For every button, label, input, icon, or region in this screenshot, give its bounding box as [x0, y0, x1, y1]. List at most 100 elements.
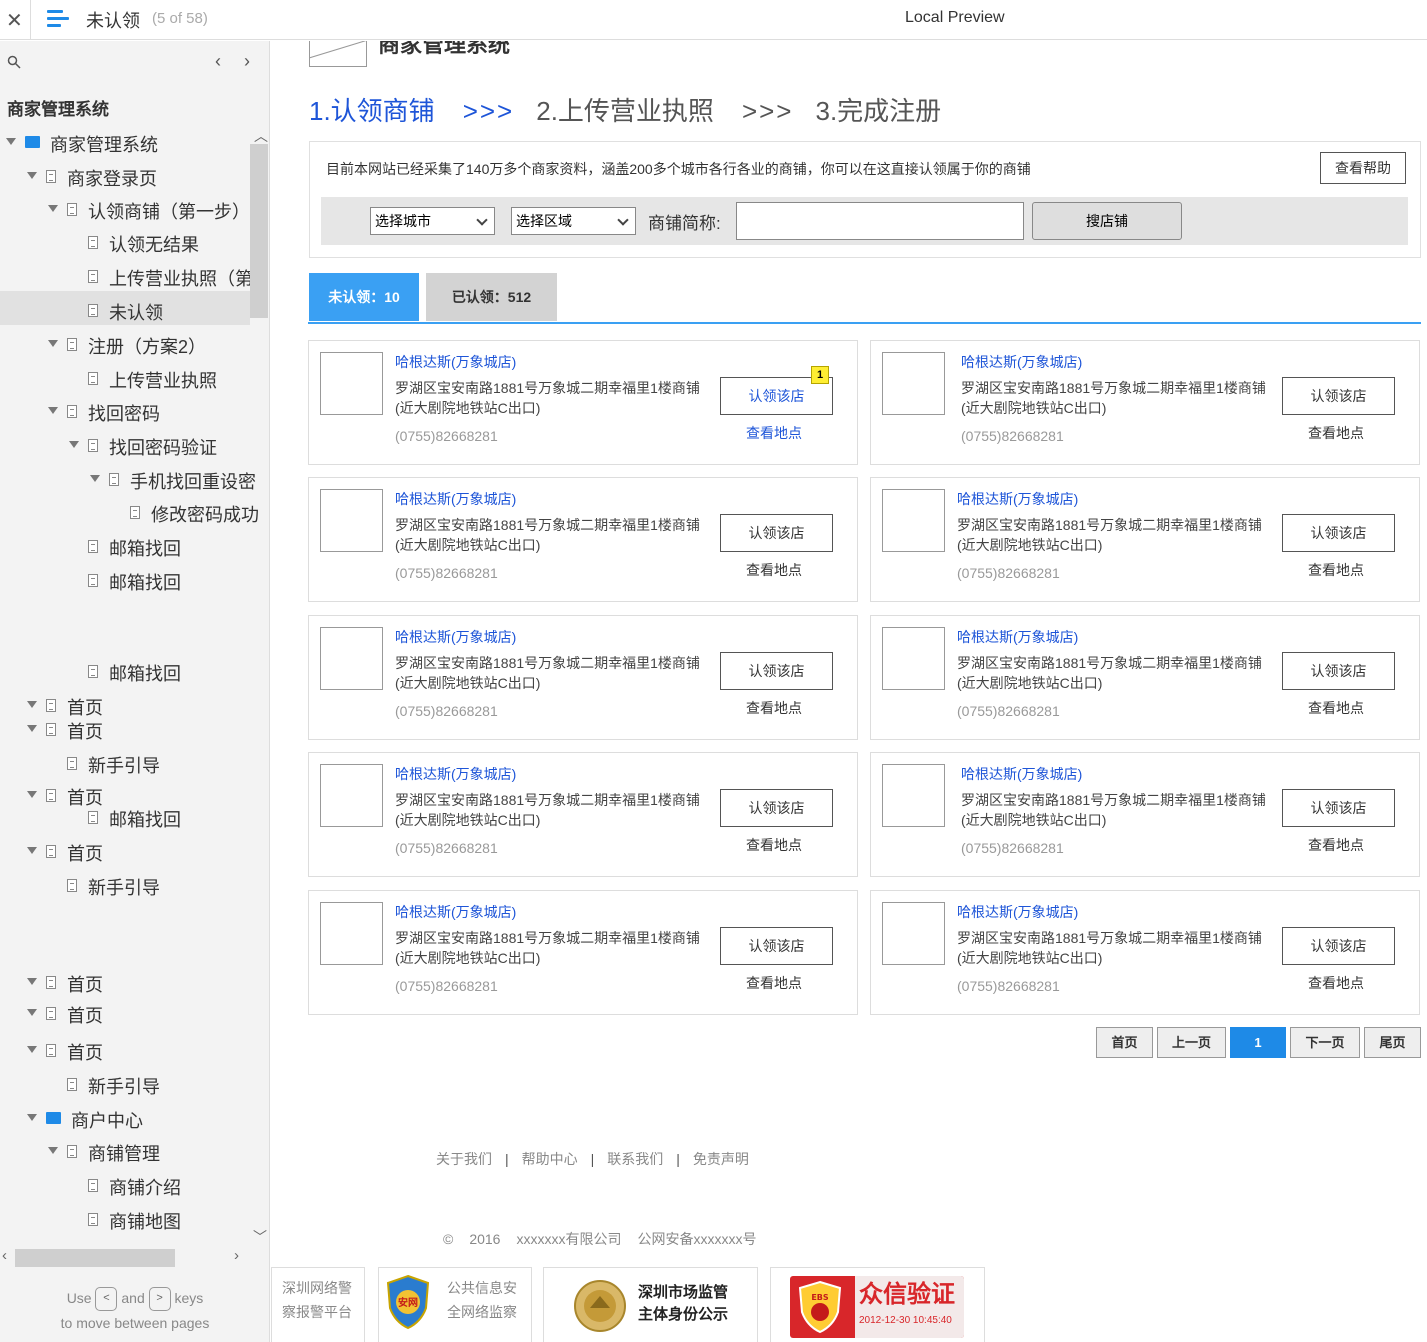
sidebar-item[interactable]: 上传营业执照（第 [0, 264, 253, 290]
view-location-link[interactable]: 查看地点 [746, 973, 802, 993]
shop-name-link[interactable]: 哈根达斯(万象城店) [957, 902, 1078, 922]
claim-shop-button[interactable]: 认领该店 [720, 514, 833, 552]
expand-arrow-icon[interactable] [27, 172, 37, 179]
police-badge[interactable]: 深圳网络警 察报警平台 [271, 1267, 365, 1342]
close-icon[interactable]: ✕ [6, 8, 23, 33]
claim-shop-button[interactable]: 认领该店 [720, 652, 833, 690]
view-location-link[interactable]: 查看地点 [1308, 560, 1364, 580]
sidebar-item[interactable]: 商户中心 [0, 1106, 250, 1132]
vertical-scrollbar[interactable] [250, 144, 268, 318]
footer-link-contact[interactable]: 联系我们 [607, 1151, 663, 1167]
expand-arrow-icon[interactable] [27, 1009, 37, 1016]
expand-arrow-icon[interactable] [48, 205, 58, 212]
shop-name-link[interactable]: 哈根达斯(万象城店) [395, 764, 516, 784]
footer-link-help[interactable]: 帮助中心 [522, 1151, 578, 1167]
view-location-link[interactable]: 查看地点 [746, 560, 802, 580]
claim-shop-button[interactable]: 认领该店 [1282, 652, 1395, 690]
horizontal-scrollbar[interactable] [15, 1249, 175, 1267]
shop-name-input[interactable] [736, 202, 1024, 240]
view-location-link[interactable]: 查看地点 [746, 698, 802, 718]
area-select[interactable]: 选择区域 [511, 207, 636, 235]
help-button[interactable]: 查看帮助 [1320, 152, 1406, 184]
shop-name-link[interactable]: 哈根达斯(万象城店) [395, 902, 516, 922]
expand-arrow-icon[interactable] [27, 791, 37, 798]
tab-claimed[interactable]: 已认领：512 [426, 273, 557, 321]
city-select[interactable]: 选择城市 [370, 207, 495, 235]
current-page-button[interactable]: 1 [1230, 1027, 1286, 1058]
footer-link-about[interactable]: 关于我们 [436, 1151, 492, 1167]
sidebar-item[interactable]: 新手引导 [0, 873, 250, 899]
expand-arrow-icon[interactable] [27, 701, 37, 708]
claim-shop-button[interactable]: 认领该店 [1282, 789, 1395, 827]
sidebar-item[interactable]: 邮箱找回 [0, 534, 250, 560]
expand-arrow-icon[interactable] [27, 978, 37, 985]
shop-name-link[interactable]: 哈根达斯(万象城店) [395, 489, 516, 509]
next-page-button[interactable]: 下一页 [1290, 1027, 1360, 1058]
scroll-right-icon[interactable]: › [234, 1247, 239, 1264]
sidebar-item[interactable]: 未认领 [0, 298, 250, 324]
sidebar-item[interactable]: 首页 [0, 1038, 250, 1064]
shop-name-link[interactable]: 哈根达斯(万象城店) [957, 627, 1078, 647]
sidebar-item[interactable]: 首页 [0, 717, 250, 743]
view-location-link[interactable]: 查看地点 [1308, 698, 1364, 718]
sidebar-item[interactable]: 商铺地图 [0, 1207, 250, 1233]
expand-arrow-icon[interactable] [69, 441, 79, 448]
sidebar-item[interactable]: 新手引导 [0, 1072, 250, 1098]
sidebar-item[interactable]: 新手引导 [0, 751, 250, 777]
sidebar-item[interactable]: 首页 [0, 839, 250, 865]
sidebar-item[interactable]: 手机找回重设密 [0, 467, 256, 493]
expand-arrow-icon[interactable] [48, 1147, 58, 1154]
sidebar-item[interactable]: 首页 [0, 1001, 250, 1027]
shop-name-link[interactable]: 哈根达斯(万象城店) [961, 352, 1082, 372]
expand-arrow-icon[interactable] [6, 138, 16, 145]
claim-shop-button[interactable]: 认领该店 [1282, 514, 1395, 552]
view-location-link[interactable]: 查看地点 [746, 423, 802, 443]
claim-shop-button[interactable]: 认领该店 [1282, 377, 1395, 415]
sidebar-item[interactable]: 找回密码验证 [0, 433, 250, 459]
sidebar-item[interactable]: 上传营业执照 [0, 366, 250, 392]
menu-icon[interactable] [47, 9, 69, 29]
expand-arrow-icon[interactable] [27, 725, 37, 732]
sidebar-item[interactable]: 首页 [0, 970, 250, 996]
scroll-down-icon[interactable]: ﹀ [253, 1227, 267, 1247]
view-location-link[interactable]: 查看地点 [746, 835, 802, 855]
sidebar-item[interactable]: 找回密码 [0, 399, 250, 425]
first-page-button[interactable]: 首页 [1096, 1027, 1153, 1058]
sidebar-item[interactable]: 邮箱找回 [0, 659, 250, 685]
security-badge[interactable]: 安网 公共信息安 全网络监察 [378, 1267, 532, 1342]
view-location-link[interactable]: 查看地点 [1308, 835, 1364, 855]
shop-name-link[interactable]: 哈根达斯(万象城店) [395, 627, 516, 647]
scroll-left-icon[interactable]: ‹ [2, 1247, 7, 1264]
verify-badge[interactable]: EBS 众信验证 2012-12-30 10:45:40 [770, 1267, 985, 1342]
search-shop-button[interactable]: 搜店铺 [1032, 202, 1182, 240]
market-badge[interactable]: 深圳市场监管 主体身份公示 [543, 1267, 758, 1342]
tab-unclaimed[interactable]: 未认领：10 [309, 273, 419, 321]
prev-page-button[interactable]: 上一页 [1157, 1027, 1226, 1058]
scroll-up-icon[interactable]: ︿ [254, 126, 268, 146]
chevron-right-icon[interactable]: › [244, 51, 250, 72]
chevron-left-icon[interactable]: ‹ [215, 51, 221, 72]
claim-shop-button[interactable]: 认领该店 [720, 927, 833, 965]
sidebar-item[interactable]: 邮箱找回 [0, 805, 250, 831]
search-icon[interactable] [7, 55, 21, 69]
claim-shop-button[interactable]: 认领该店 [720, 789, 833, 827]
sidebar-item[interactable]: 商家管理系统 [0, 130, 250, 156]
view-location-link[interactable]: 查看地点 [1308, 973, 1364, 993]
expand-arrow-icon[interactable] [27, 1046, 37, 1053]
sidebar-item[interactable]: 认领商铺（第一步） [0, 197, 250, 223]
shop-name-link[interactable]: 哈根达斯(万象城店) [957, 489, 1078, 509]
footer-link-disclaimer[interactable]: 免责声明 [693, 1151, 749, 1167]
sidebar-item[interactable]: 注册（方案2） [0, 332, 250, 358]
shop-name-link[interactable]: 哈根达斯(万象城店) [961, 764, 1082, 784]
sidebar-item[interactable]: 首页 [0, 693, 250, 719]
claim-shop-button[interactable]: 认领该店 [1282, 927, 1395, 965]
sidebar-item[interactable]: 认领无结果 [0, 230, 250, 256]
expand-arrow-icon[interactable] [27, 847, 37, 854]
sidebar-item[interactable]: 商铺管理 [0, 1139, 250, 1165]
sidebar-item[interactable]: 修改密码成功 [0, 500, 259, 526]
last-page-button[interactable]: 尾页 [1364, 1027, 1421, 1058]
view-location-link[interactable]: 查看地点 [1308, 423, 1364, 443]
expand-arrow-icon[interactable] [48, 340, 58, 347]
sidebar-item[interactable]: 商家登录页 [0, 164, 250, 190]
expand-arrow-icon[interactable] [27, 1114, 37, 1121]
